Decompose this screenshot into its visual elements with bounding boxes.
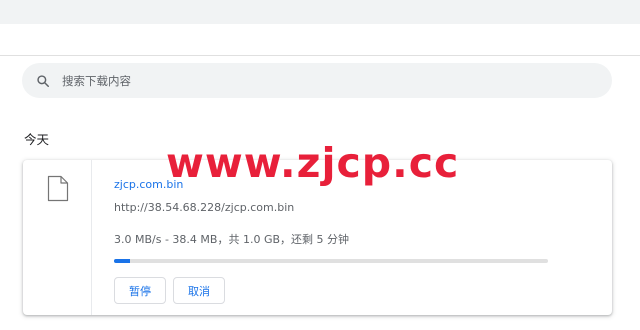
header-divider bbox=[0, 55, 640, 56]
download-status: 3.0 MB/s - 38.4 MB，共 1.0 GB，还剩 5 分钟 bbox=[114, 233, 350, 246]
file-icon-panel bbox=[23, 160, 92, 315]
date-section-label: 今天 bbox=[24, 132, 50, 147]
search-box[interactable] bbox=[22, 63, 612, 98]
pause-button[interactable]: 暂停 bbox=[114, 277, 166, 304]
search-input[interactable] bbox=[60, 64, 612, 97]
cancel-button[interactable]: 取消 bbox=[173, 277, 225, 304]
toolbar-strip bbox=[0, 0, 640, 24]
progress-bar bbox=[114, 259, 548, 263]
file-icon bbox=[47, 175, 69, 202]
file-url: http://38.54.68.228/zjcp.com.bin bbox=[114, 201, 295, 214]
watermark-text: www.zjcp.cc bbox=[166, 139, 460, 187]
search-icon bbox=[34, 72, 52, 90]
progress-bar-fill bbox=[114, 259, 131, 263]
